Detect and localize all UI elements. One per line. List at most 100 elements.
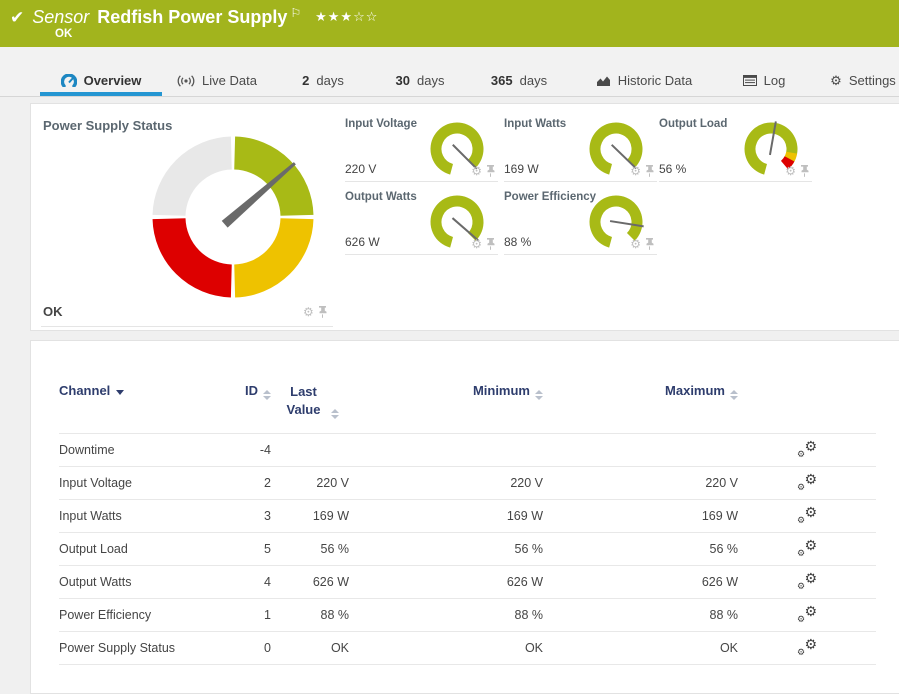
gauge-settings-icon[interactable]: ⚙ — [471, 164, 482, 178]
channel-name: Input Watts — [59, 499, 239, 532]
channel-id: -4 — [239, 433, 271, 466]
mini-gauge-label: Power Efficiency — [504, 191, 596, 203]
channel-name: Output Load — [59, 532, 239, 565]
tab-30-days[interactable]: 30days — [385, 65, 455, 96]
power-supply-status-gauge — [148, 132, 318, 302]
edit-channel-gears-icon[interactable]: ⚙⚙ — [797, 638, 817, 655]
pin-icon[interactable] — [486, 238, 495, 250]
tab-2-days[interactable]: 2 days — [290, 65, 356, 96]
mini-gauge-label: Output Load — [659, 118, 727, 130]
gauge-settings-icon[interactable]: ⚙ — [471, 237, 482, 251]
stars-empty[interactable]: ☆☆ — [353, 9, 378, 24]
object-type-label: Sensor — [32, 7, 89, 28]
edit-channel-gears-icon[interactable]: ⚙⚙ — [797, 539, 817, 556]
channel-minimum: 169 W — [349, 499, 543, 532]
mini-gauge-value: 56 % — [659, 162, 686, 176]
column-header-edit — [738, 361, 876, 433]
stars-filled[interactable]: ★★★ — [315, 9, 353, 24]
sort-arrows-icon — [263, 390, 271, 400]
main-gauge-title: Power Supply Status — [43, 118, 172, 133]
gauge-settings-icon[interactable]: ⚙ — [303, 305, 314, 319]
channel-id: 4 — [239, 565, 271, 598]
mini-gauge-actions: ⚙ — [630, 237, 654, 251]
pin-icon[interactable] — [645, 238, 654, 250]
edit-channel-gears-icon[interactable]: ⚙⚙ — [797, 473, 817, 490]
column-header-channel[interactable]: Channel — [59, 361, 239, 433]
pin-icon[interactable] — [645, 165, 654, 177]
mini-gauge-power-efficiency: Power Efficiency 88 % ⚙ — [504, 189, 657, 255]
live-signal-icon — [177, 75, 195, 87]
tab-number: 30 — [396, 73, 410, 88]
table-row: Input Voltage 2 220 V 220 V 220 V ⚙⚙ — [59, 466, 876, 499]
sort-arrows-icon — [535, 390, 543, 400]
tab-label: Log — [764, 73, 786, 88]
column-header-minimum[interactable]: Minimum — [349, 361, 543, 433]
page-title: Redfish Power Supply — [97, 7, 287, 28]
column-header-last-value[interactable]: Last Value — [271, 361, 349, 433]
gauge-settings-icon[interactable]: ⚙ — [785, 164, 796, 178]
priority-stars[interactable]: ★★★☆☆ — [315, 9, 378, 25]
channels-table: Channel ID Last Value Minimum Maximum Do… — [59, 361, 876, 665]
tab-label: days — [316, 73, 343, 88]
tab-settings[interactable]: ⚙ Settings — [826, 65, 899, 96]
channel-minimum: 56 % — [349, 532, 543, 565]
column-header-maximum[interactable]: Maximum — [543, 361, 738, 433]
column-header-id[interactable]: ID — [239, 361, 271, 433]
channel-last-value: 626 W — [271, 565, 349, 598]
gauge-settings-icon[interactable]: ⚙ — [630, 237, 641, 251]
channels-panel: Channel ID Last Value Minimum Maximum Do… — [30, 340, 899, 694]
pin-icon[interactable] — [486, 165, 495, 177]
mini-gauge-input-voltage: Input Voltage 220 V ⚙ — [345, 116, 498, 182]
tab-number: 2 — [302, 73, 309, 88]
tab-365-days[interactable]: 365 days — [480, 65, 558, 96]
mini-gauge-output-watts: Output Watts 626 W ⚙ — [345, 189, 498, 255]
channel-id: 2 — [239, 466, 271, 499]
warning-segment — [790, 153, 792, 159]
divider — [41, 326, 333, 327]
table-row: Power Supply Status 0 OK OK OK ⚙⚙ — [59, 631, 876, 664]
mini-gauge-output-load: Output Load 56 % ⚙ — [659, 116, 812, 182]
mini-gauge-actions: ⚙ — [785, 164, 809, 178]
tab-historic-data[interactable]: Historic Data — [585, 65, 703, 96]
main-gauge-status: OK — [43, 304, 63, 319]
sort-caret-icon — [116, 390, 124, 395]
table-row: Output Load 5 56 % 56 % 56 % ⚙⚙ — [59, 532, 876, 565]
mini-gauge-actions: ⚙ — [471, 164, 495, 178]
channel-minimum: 88 % — [349, 598, 543, 631]
channel-last-value: 220 V — [271, 466, 349, 499]
channel-minimum: OK — [349, 631, 543, 664]
tab-log[interactable]: Log — [733, 65, 795, 96]
log-list-icon — [743, 75, 757, 86]
tab-overview[interactable]: Overview — [40, 65, 162, 96]
channel-last-value: 56 % — [271, 532, 349, 565]
channel-minimum: 220 V — [349, 466, 543, 499]
channel-minimum: 626 W — [349, 565, 543, 598]
channel-last-value: OK — [271, 631, 349, 664]
channel-name: Power Efficiency — [59, 598, 239, 631]
channel-maximum: 626 W — [543, 565, 738, 598]
edit-channel-gears-icon[interactable]: ⚙⚙ — [797, 605, 817, 622]
mini-gauge-label: Input Voltage — [345, 118, 417, 130]
tab-label: Live Data — [202, 73, 257, 88]
gear-icon: ⚙ — [830, 73, 842, 89]
edit-channel-gears-icon[interactable]: ⚙⚙ — [797, 572, 817, 589]
priority-flag-icon[interactable]: ⚐ — [290, 6, 301, 20]
edit-channel-gears-icon[interactable]: ⚙⚙ — [797, 440, 817, 457]
channel-name: Output Watts — [59, 565, 239, 598]
tab-live-data[interactable]: Live Data — [168, 65, 266, 96]
pin-icon[interactable] — [800, 165, 809, 177]
table-row: Output Watts 4 626 W 626 W 626 W ⚙⚙ — [59, 565, 876, 598]
channel-last-value: 169 W — [271, 499, 349, 532]
channel-id: 3 — [239, 499, 271, 532]
gauge-settings-icon[interactable]: ⚙ — [630, 164, 641, 178]
mini-gauge-label: Output Watts — [345, 191, 417, 203]
edit-channel-gears-icon[interactable]: ⚙⚙ — [797, 506, 817, 523]
table-row: Power Efficiency 1 88 % 88 % 88 % ⚙⚙ — [59, 598, 876, 631]
channel-maximum — [543, 433, 738, 466]
channel-id: 5 — [239, 532, 271, 565]
tab-label: days — [520, 73, 547, 88]
channel-last-value — [271, 433, 349, 466]
tab-number: 365 — [491, 73, 513, 88]
mini-gauge-value: 169 W — [504, 162, 539, 176]
pin-icon[interactable] — [318, 306, 327, 318]
